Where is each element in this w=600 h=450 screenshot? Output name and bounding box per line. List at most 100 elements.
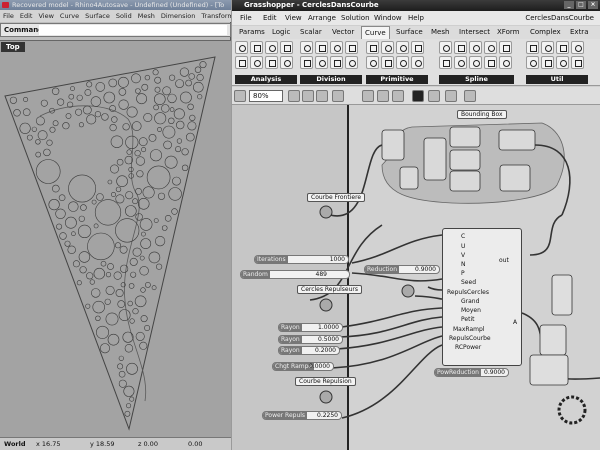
- spline-tool-icon[interactable]: [469, 41, 482, 54]
- solver-icon[interactable]: [445, 90, 457, 102]
- gh-menu-edit[interactable]: Edit: [263, 11, 277, 25]
- ribbon-label-util[interactable]: Util: [526, 75, 588, 84]
- preview-icon[interactable]: [332, 90, 344, 102]
- spline-tool-icon[interactable]: [469, 56, 482, 69]
- primitive-tool-icon[interactable]: [381, 41, 394, 54]
- analysis-tool-icon[interactable]: [250, 41, 263, 54]
- preview-mode-icon[interactable]: [464, 90, 476, 102]
- tab-xform[interactable]: XForm: [494, 26, 522, 39]
- primitive-tool-icon[interactable]: [396, 41, 409, 54]
- pan-icon[interactable]: [234, 90, 246, 102]
- circle-packing-cluster[interactable]: C U V N P Seed RepulsCercles Grand Moyen…: [442, 228, 522, 366]
- analysis-tool-icon[interactable]: [235, 56, 248, 69]
- label-courbe-repulsion[interactable]: Courbe Repulsion: [295, 377, 356, 386]
- division-tool-icon[interactable]: [345, 41, 358, 54]
- command-input[interactable]: [39, 25, 227, 35]
- close-icon[interactable]: ×: [588, 1, 598, 9]
- primitive-tool-icon[interactable]: [366, 41, 379, 54]
- slider-pow-reduction[interactable]: PowReduction 0.9000: [434, 368, 509, 377]
- gh-title-bar[interactable]: Grasshopper - CerclesDansCourbe _ □ ×: [232, 0, 600, 11]
- rhino-menu-surface[interactable]: Surface: [85, 10, 110, 22]
- division-tool-icon[interactable]: [345, 56, 358, 69]
- bake-icon[interactable]: [377, 90, 389, 102]
- util-tool-icon[interactable]: [571, 56, 584, 69]
- top-viewport[interactable]: Top: [0, 40, 231, 437]
- rhino-menu-solid[interactable]: Solid: [116, 10, 132, 22]
- util-tool-icon[interactable]: [556, 41, 569, 54]
- tab-curve[interactable]: Curve: [361, 26, 390, 39]
- tab-surface[interactable]: Surface: [393, 26, 426, 39]
- division-tool-icon[interactable]: [300, 56, 313, 69]
- util-tool-icon[interactable]: [541, 56, 554, 69]
- rhino-menu-mesh[interactable]: Mesh: [138, 10, 155, 22]
- minimize-icon[interactable]: _: [564, 1, 574, 9]
- spline-tool-icon[interactable]: [499, 41, 512, 54]
- primitive-tool-icon[interactable]: [411, 41, 424, 54]
- named-views-icon[interactable]: [302, 90, 314, 102]
- gh-menu-arrange[interactable]: Arrange: [308, 11, 336, 25]
- util-tool-icon[interactable]: [541, 41, 554, 54]
- rhino-menu-file[interactable]: File: [3, 10, 14, 22]
- division-tool-icon[interactable]: [315, 41, 328, 54]
- label-courbe-frontiere[interactable]: Courbe Frontiere: [307, 193, 366, 202]
- save-icon[interactable]: [362, 90, 374, 102]
- spline-tool-icon[interactable]: [454, 41, 467, 54]
- spline-tool-icon[interactable]: [484, 41, 497, 54]
- viewport-label[interactable]: Top: [1, 42, 25, 52]
- spline-tool-icon[interactable]: [484, 56, 497, 69]
- gh-canvas[interactable]: Bounding Box Courbe Frontiere Cercles Re…: [232, 105, 600, 450]
- play-icon[interactable]: [412, 90, 424, 102]
- slider-random[interactable]: Random 489: [240, 270, 350, 279]
- ribbon-label-division[interactable]: Division: [300, 75, 362, 84]
- gh-menu-window[interactable]: Window: [374, 11, 402, 25]
- analysis-tool-icon[interactable]: [280, 41, 293, 54]
- slider-iterations[interactable]: Iterations 1000: [254, 255, 349, 264]
- util-tool-icon[interactable]: [526, 56, 539, 69]
- tab-complex[interactable]: Complex: [527, 26, 564, 39]
- wire-display-icon[interactable]: [428, 90, 440, 102]
- division-tool-icon[interactable]: [330, 41, 343, 54]
- slider-rayon-petit[interactable]: Rayon 0.2000: [278, 346, 340, 355]
- division-tool-icon[interactable]: [315, 56, 328, 69]
- spline-tool-icon[interactable]: [499, 56, 512, 69]
- tab-extra[interactable]: Extra: [567, 26, 591, 39]
- division-tool-icon[interactable]: [300, 41, 313, 54]
- slider-chgt-rampe[interactable]: Chgt Rampe 0.0000: [272, 362, 334, 371]
- display-icon[interactable]: [392, 90, 404, 102]
- ribbon-label-analysis[interactable]: Analysis: [235, 75, 297, 84]
- util-tool-icon[interactable]: [571, 41, 584, 54]
- rhino-menu-curve[interactable]: Curve: [60, 10, 79, 22]
- gh-document-name[interactable]: CerclesDansCourbe: [525, 11, 594, 25]
- rhino-menu-dimension[interactable]: Dimension: [161, 10, 196, 22]
- spline-tool-icon[interactable]: [454, 56, 467, 69]
- primitive-tool-icon[interactable]: [381, 56, 394, 69]
- primitive-tool-icon[interactable]: [396, 56, 409, 69]
- util-tool-icon[interactable]: [526, 41, 539, 54]
- label-bounding-box[interactable]: Bounding Box: [457, 110, 507, 119]
- rhino-menu-transform[interactable]: Transform: [201, 10, 231, 22]
- zoom-extents-icon[interactable]: [288, 90, 300, 102]
- slider-power-repuls[interactable]: Power Repuls 0.2250: [262, 411, 342, 420]
- rhino-menu-edit[interactable]: Edit: [20, 10, 33, 22]
- tab-mesh[interactable]: Mesh: [428, 26, 452, 39]
- gh-menu-file[interactable]: File: [240, 11, 252, 25]
- label-cercles-repulseurs[interactable]: Cercles Repulseurs: [297, 285, 362, 294]
- ribbon-label-primitive[interactable]: Primitive: [366, 75, 428, 84]
- status-cplane[interactable]: World: [4, 438, 26, 450]
- gh-menu-view[interactable]: View: [285, 11, 302, 25]
- analysis-tool-icon[interactable]: [250, 56, 263, 69]
- zoom-dropdown[interactable]: 80%: [249, 90, 283, 102]
- primitive-tool-icon[interactable]: [366, 56, 379, 69]
- gh-menu-help[interactable]: Help: [408, 11, 424, 25]
- tab-params[interactable]: Params: [236, 26, 268, 39]
- spline-tool-icon[interactable]: [439, 56, 452, 69]
- tab-logic[interactable]: Logic: [269, 26, 293, 39]
- rhino-title-bar[interactable]: Recovered model - Rhino4Autosave - Undef…: [0, 0, 231, 10]
- slider-rayon-grand[interactable]: Rayon 1.0000: [278, 323, 343, 332]
- slider-reduction[interactable]: Reduction 0.9000: [364, 265, 440, 274]
- tab-scalar[interactable]: Scalar: [297, 26, 325, 39]
- tab-vector[interactable]: Vector: [329, 26, 357, 39]
- maximize-icon[interactable]: □: [576, 1, 586, 9]
- util-tool-icon[interactable]: [556, 56, 569, 69]
- ribbon-label-spline[interactable]: Spline: [439, 75, 514, 84]
